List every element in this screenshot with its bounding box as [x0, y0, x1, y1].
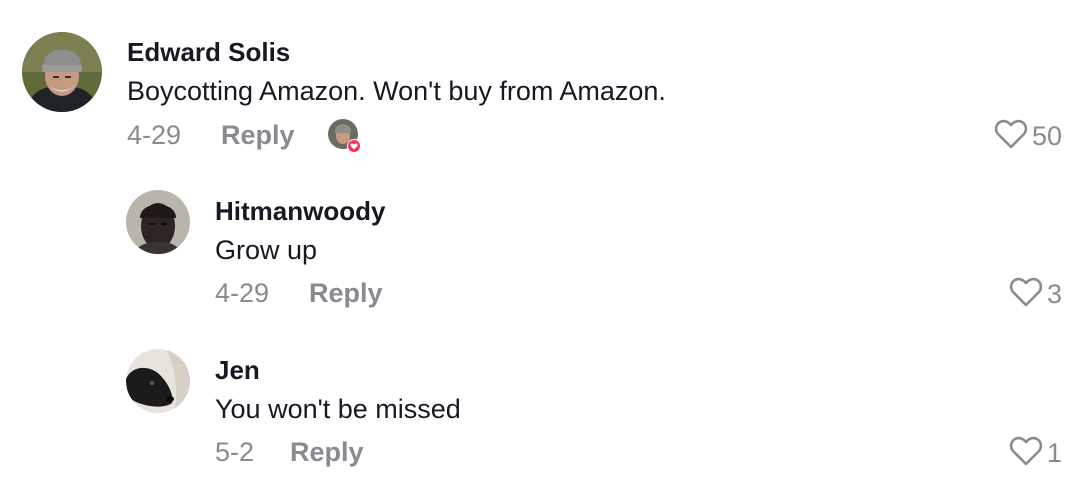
comment-text: Grow up [215, 235, 318, 265]
comment-username[interactable]: Edward Solis [127, 37, 290, 68]
avatar[interactable] [126, 190, 190, 254]
like-count: 50 [1031, 121, 1062, 151]
comment-date: 5-2 [215, 437, 255, 467]
reply-button[interactable]: Reply [290, 437, 364, 468]
like-button[interactable]: 3 [1009, 276, 1062, 313]
avatar[interactable] [22, 32, 102, 112]
avatar[interactable] [126, 349, 190, 413]
creator-liked-badge [327, 118, 361, 153]
heart-outline-icon [1009, 276, 1043, 313]
comment-text: Boycotting Amazon. Won't buy from Amazon… [127, 76, 666, 106]
comment-text: You won't be missed [215, 394, 461, 424]
reply-button[interactable]: Reply [309, 278, 383, 309]
comment-date: 4-29 [215, 278, 270, 308]
comment-edward-solis: Edward Solis Boycotting Amazon. Won't bu… [0, 0, 1086, 170]
reply-comment-jen: Jen You won't be missed 5-2 Reply 1 [0, 330, 1086, 496]
heart-outline-icon [994, 118, 1028, 155]
reply-comment-hitmanwoody: Hitmanwoody Grow up 4-29 Reply 3 [0, 170, 1086, 330]
comment-username[interactable]: Jen [215, 355, 260, 386]
like-count: 3 [1046, 279, 1062, 309]
like-count: 1 [1046, 438, 1062, 468]
heart-outline-icon [1009, 435, 1043, 472]
like-button[interactable]: 50 [994, 118, 1062, 155]
reply-button[interactable]: Reply [221, 120, 295, 151]
comment-date: 4-29 [127, 120, 182, 150]
comment-username[interactable]: Hitmanwoody [215, 196, 385, 227]
like-button[interactable]: 1 [1009, 435, 1062, 472]
